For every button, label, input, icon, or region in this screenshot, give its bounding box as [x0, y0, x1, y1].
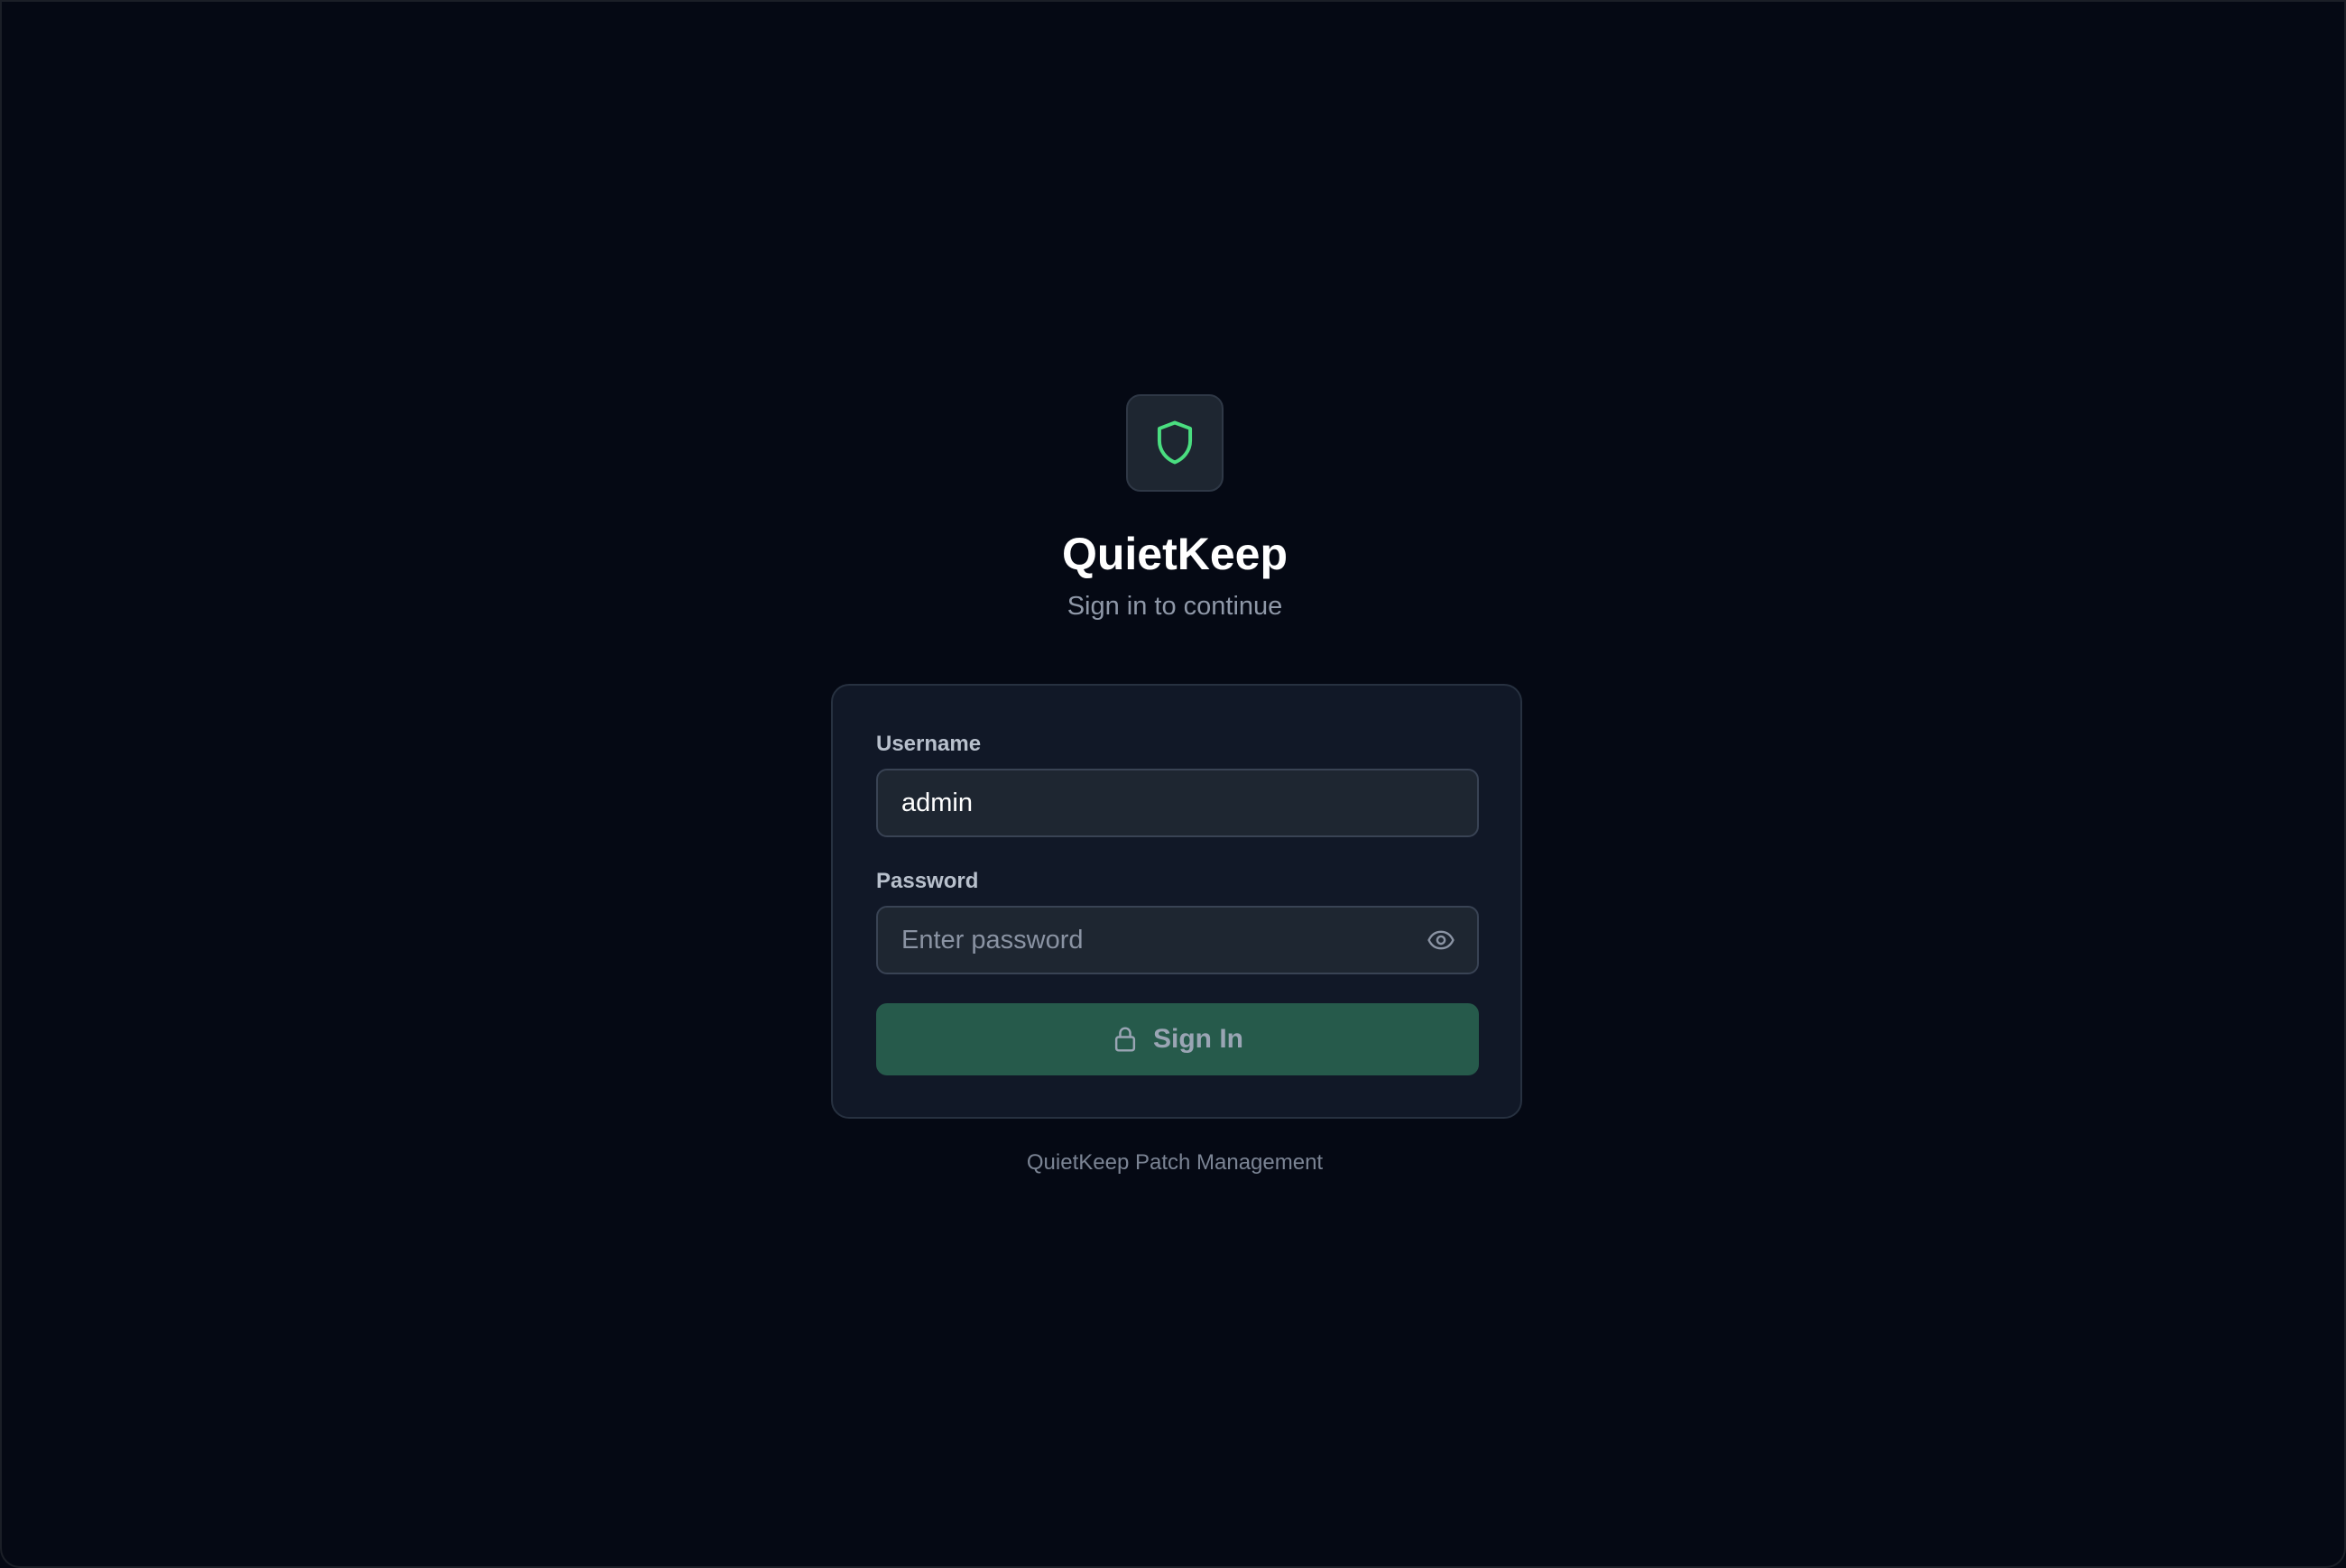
- show-password-toggle[interactable]: [1416, 915, 1466, 965]
- username-input[interactable]: [878, 770, 1477, 835]
- login-card: Username Password Sign In: [831, 684, 1522, 1119]
- username-label: Username: [876, 732, 982, 756]
- sign-in-button-label: Sign In: [1153, 1024, 1243, 1054]
- page-subtitle: Sign in to continue: [1067, 592, 1283, 621]
- shield-icon: [1157, 420, 1193, 465]
- password-label: Password: [876, 869, 979, 893]
- app-window: QuietKeep Sign in to continue Username P…: [0, 0, 2346, 1568]
- app-logo: [1126, 394, 1224, 492]
- page-title: QuietKeep: [1061, 529, 1288, 579]
- lock-icon: [1114, 1027, 1136, 1052]
- sign-in-button[interactable]: Sign In: [876, 1003, 1479, 1075]
- eye-icon: [1427, 930, 1455, 950]
- footer-text: QuietKeep Patch Management: [1026, 1150, 1324, 1175]
- username-field-container: [876, 769, 1479, 837]
- password-input[interactable]: [878, 908, 1416, 973]
- password-field-container: [876, 906, 1479, 974]
